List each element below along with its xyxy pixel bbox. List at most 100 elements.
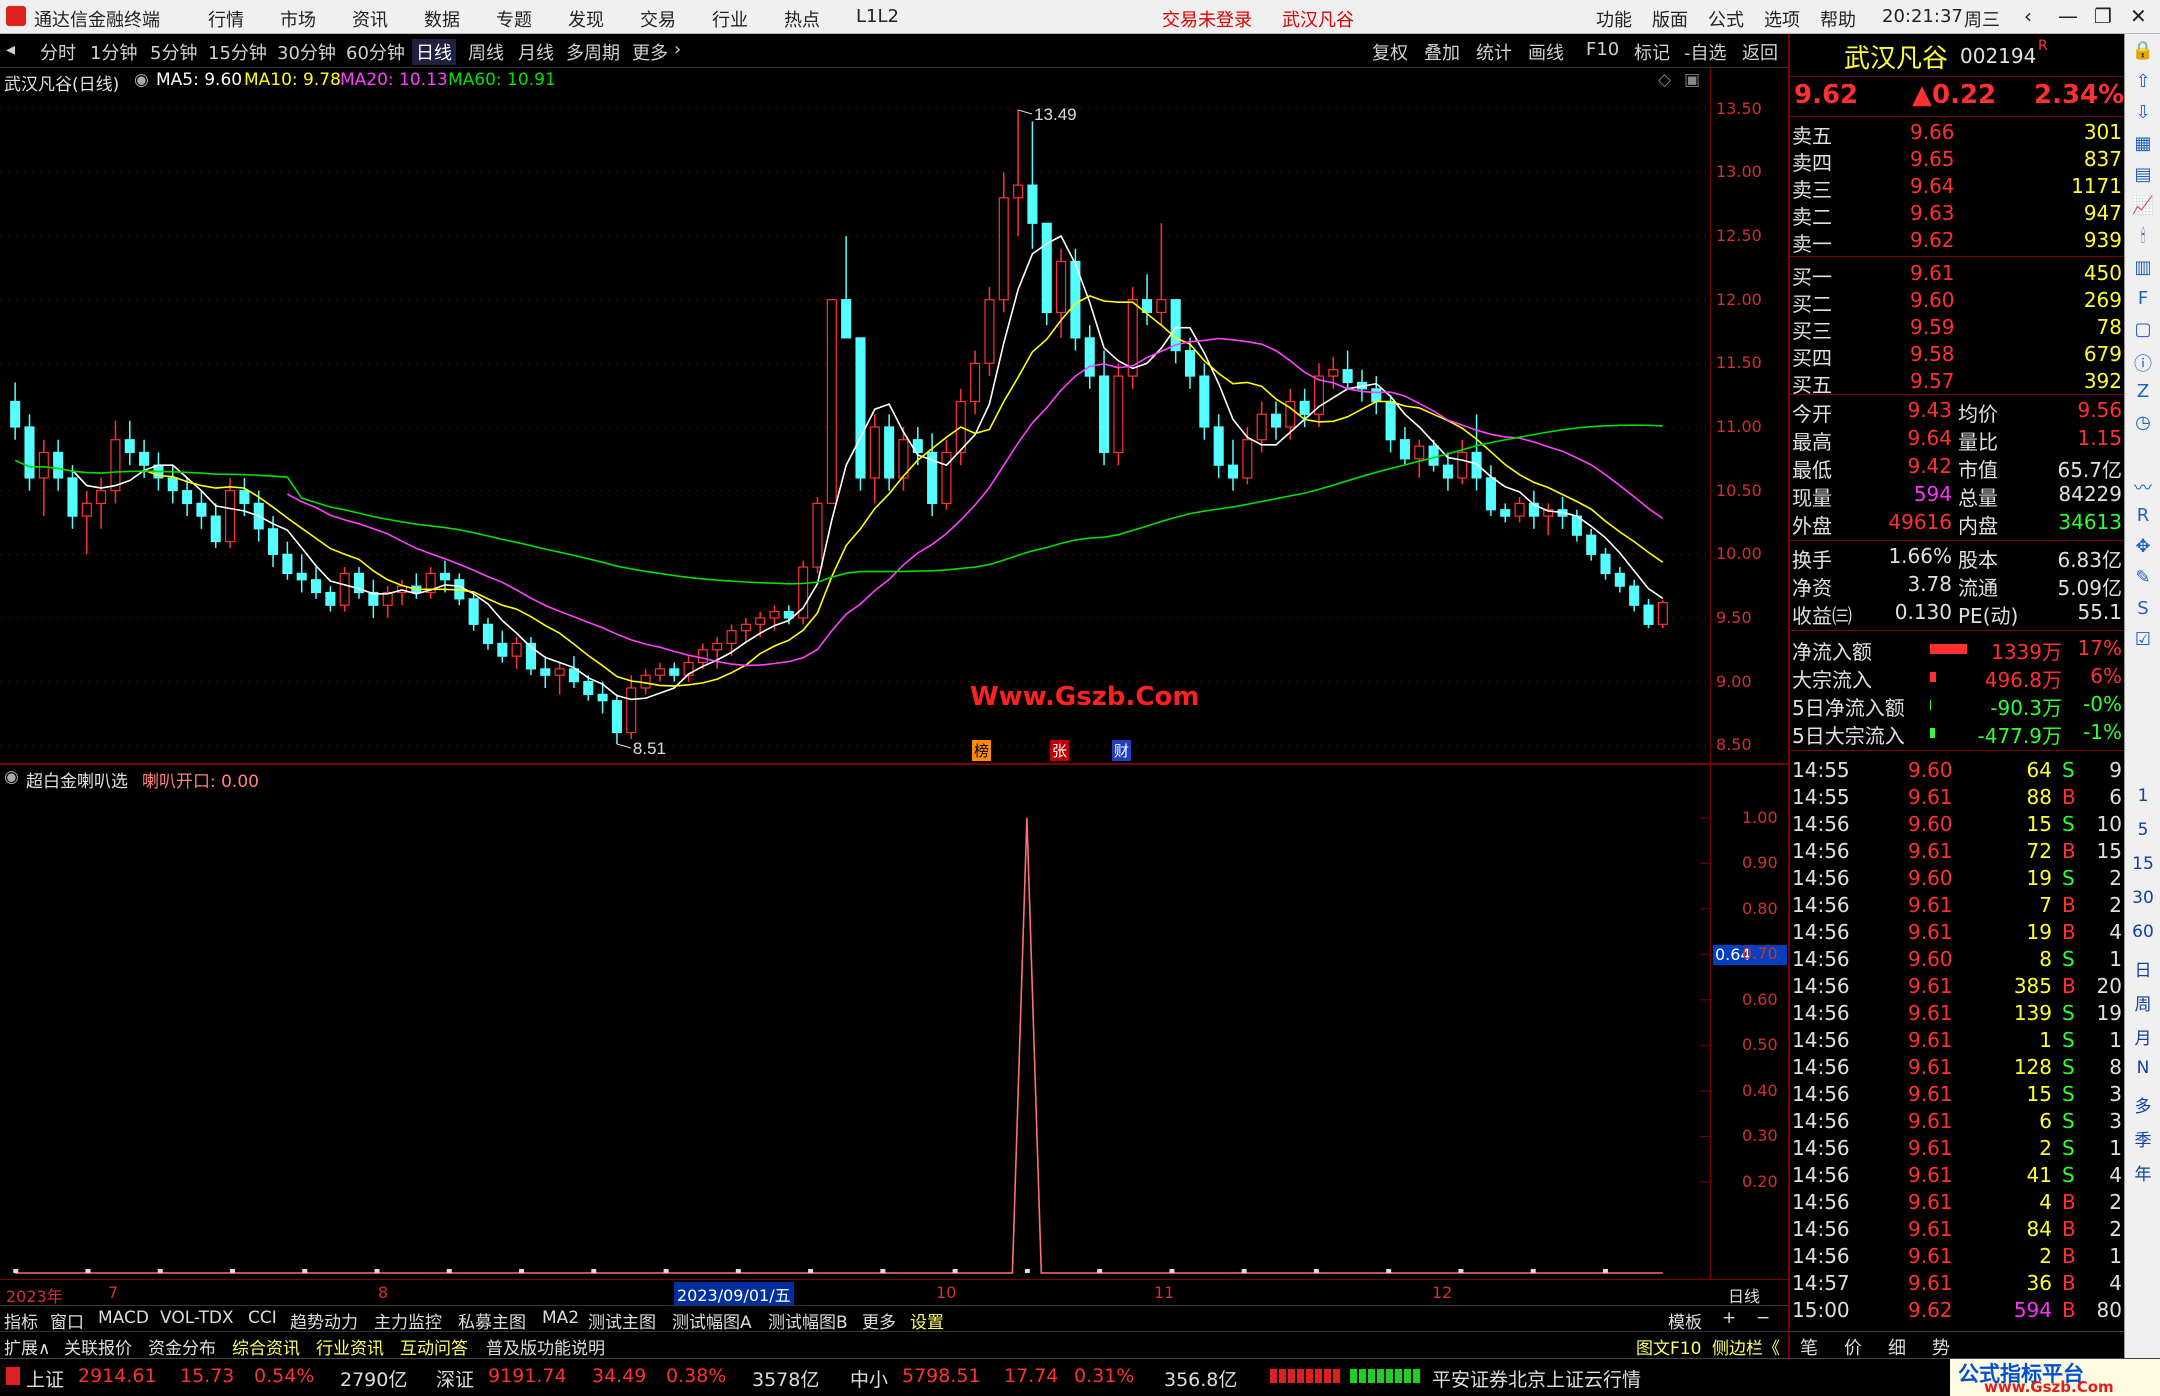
- candle-body[interactable]: [1013, 184, 1024, 199]
- candle-body[interactable]: [268, 528, 279, 555]
- candle-body[interactable]: [1414, 445, 1425, 460]
- tab-zhuli[interactable]: 主力监控: [374, 1308, 442, 1333]
- candle-body[interactable]: [1099, 375, 1110, 454]
- candle-body[interactable]: [755, 617, 766, 625]
- add-panel-button[interactable]: +: [1722, 1308, 1736, 1328]
- candle-body[interactable]: [339, 572, 350, 606]
- candle-body[interactable]: [654, 668, 665, 676]
- login-status[interactable]: 交易未登录: [1162, 6, 1252, 32]
- candle-body[interactable]: [1027, 184, 1038, 224]
- indicator-chart[interactable]: [0, 765, 1710, 1279]
- sidebar-period-11[interactable]: 季: [2131, 1126, 2155, 1151]
- down-arrow-icon[interactable]: ⇩: [2131, 102, 2155, 123]
- candle-body[interactable]: [970, 362, 981, 403]
- candle-body[interactable]: [1270, 413, 1282, 428]
- candle-body[interactable]: [583, 681, 594, 695]
- tab-vol-tdx[interactable]: VOL-TDX: [160, 1308, 234, 1328]
- menu-bangzhu[interactable]: 帮助: [1820, 6, 1856, 32]
- candle-body[interactable]: [1156, 299, 1167, 314]
- btn-fanhui[interactable]: 返回: [1742, 39, 1778, 65]
- candle-body[interactable]: [1371, 388, 1382, 403]
- candle-body[interactable]: [1256, 413, 1267, 441]
- tab-xi[interactable]: 细: [1888, 1334, 1906, 1360]
- candle-body[interactable]: [597, 693, 608, 702]
- check-icon[interactable]: ☑: [2131, 629, 2155, 650]
- candle-body[interactable]: [984, 299, 995, 364]
- bid-row-2[interactable]: [1790, 288, 2126, 315]
- candle-body[interactable]: [1328, 369, 1339, 377]
- ask-row-4[interactable]: [1790, 201, 2126, 228]
- candle-body[interactable]: [1643, 604, 1654, 625]
- rsi-icon[interactable]: R: [2131, 505, 2155, 526]
- candle-body[interactable]: [1342, 369, 1353, 384]
- tab-ceshi-a[interactable]: 测试幅图A: [672, 1308, 752, 1333]
- sidebar-period-4[interactable]: 30: [2131, 888, 2155, 908]
- menu-zixun[interactable]: 资讯: [352, 6, 388, 32]
- close-icon[interactable]: ✕: [2130, 4, 2147, 28]
- candle-body[interactable]: [511, 642, 522, 657]
- candle-body[interactable]: [282, 553, 293, 575]
- tab-bi[interactable]: 笔: [1800, 1334, 1818, 1360]
- up-arrow-icon[interactable]: ⇧: [2131, 71, 2155, 92]
- menu-xuanxiang[interactable]: 选项: [1764, 6, 1800, 32]
- btn-tongji[interactable]: 统计: [1476, 39, 1512, 65]
- tab-cci[interactable]: CCI: [248, 1308, 277, 1328]
- menu-redian[interactable]: 热点: [784, 6, 820, 32]
- kline-panel[interactable]: 武汉凡谷(日线) ◉ MA5: 9.60 MA10: 9.78 MA20: 10…: [0, 68, 1788, 765]
- period-60min[interactable]: 60分钟: [346, 39, 405, 65]
- candle-body[interactable]: [1657, 602, 1668, 625]
- candle-body[interactable]: [998, 197, 1009, 301]
- candle-body[interactable]: [812, 502, 823, 568]
- candle-body[interactable]: [855, 337, 866, 479]
- candle-body[interactable]: [1184, 350, 1196, 377]
- restore-icon[interactable]: ❐: [2094, 4, 2112, 28]
- candle-body[interactable]: [1084, 337, 1095, 377]
- btn-f10[interactable]: F10: [1586, 39, 1619, 60]
- candle-body[interactable]: [1299, 400, 1310, 415]
- sidebar-period-9[interactable]: N: [2131, 1058, 2155, 1078]
- fs-icon[interactable]: S: [2131, 598, 2155, 619]
- menu-hangye[interactable]: 行业: [712, 6, 748, 32]
- doc-icon[interactable]: ▢: [2131, 319, 2155, 340]
- tab-ceshi-zhutu[interactable]: 测试主图: [588, 1308, 656, 1333]
- kline-chart[interactable]: 13.49 8.51: [0, 68, 1710, 765]
- candle-body[interactable]: [311, 579, 322, 594]
- period-monthly[interactable]: 月线: [518, 39, 554, 65]
- candle-body[interactable]: [1113, 375, 1124, 454]
- sidebar-period-10[interactable]: 多: [2131, 1092, 2155, 1117]
- pen-icon[interactable]: ✎: [2131, 567, 2155, 588]
- btn-huaxian[interactable]: 画线: [1528, 39, 1564, 65]
- candle-body[interactable]: [1586, 534, 1597, 555]
- candle-body[interactable]: [554, 668, 565, 676]
- info-icon[interactable]: ⓘ: [2131, 350, 2155, 376]
- tab-f10[interactable]: 图文F10: [1636, 1334, 1701, 1359]
- sidebar-period-12[interactable]: 年: [2131, 1160, 2155, 1185]
- candle-body[interactable]: [325, 591, 336, 606]
- candle-icon[interactable]: 🕯: [2131, 226, 2155, 247]
- sidebar-period-6[interactable]: 日: [2131, 956, 2155, 981]
- period-multi[interactable]: 多周期: [566, 39, 620, 65]
- candle-body[interactable]: [884, 426, 895, 479]
- candle-body[interactable]: [1041, 222, 1052, 314]
- line-chart-icon[interactable]: 📈: [2131, 195, 2155, 216]
- tick-list[interactable]: 14:55 9.60 64 S 9 14:55 9.61 88 B 6 14:56 9.60 15 S 10…: [1790, 754, 2126, 1324]
- candle-body[interactable]: [497, 642, 508, 657]
- candle-body[interactable]: [1629, 585, 1640, 606]
- candle-body[interactable]: [669, 668, 680, 676]
- grid-icon[interactable]: ▦: [2131, 133, 2155, 154]
- chevron-right-icon[interactable]: ›: [674, 39, 681, 60]
- menu-hangqing[interactable]: 行情: [208, 6, 244, 32]
- server-name[interactable]: 平安证券北京上证云行情: [1432, 1365, 1641, 1392]
- period-more[interactable]: 更多: [632, 39, 668, 65]
- candle-body[interactable]: [869, 426, 880, 479]
- indicator-panel[interactable]: ◉ 超白金喇叭选 喇叭开口: 0.00: [0, 765, 1788, 1279]
- sz-name[interactable]: 深证: [436, 1365, 474, 1392]
- ask-row-1[interactable]: [1790, 120, 2126, 147]
- candle-body[interactable]: [38, 451, 49, 479]
- btn-diejia[interactable]: 叠加: [1424, 39, 1460, 65]
- candle-body[interactable]: [439, 572, 451, 581]
- candle-body[interactable]: [712, 642, 723, 651]
- ask-row-2[interactable]: [1790, 147, 2126, 174]
- event-mark-bang[interactable]: 榜: [972, 740, 992, 761]
- candle-body[interactable]: [139, 451, 150, 466]
